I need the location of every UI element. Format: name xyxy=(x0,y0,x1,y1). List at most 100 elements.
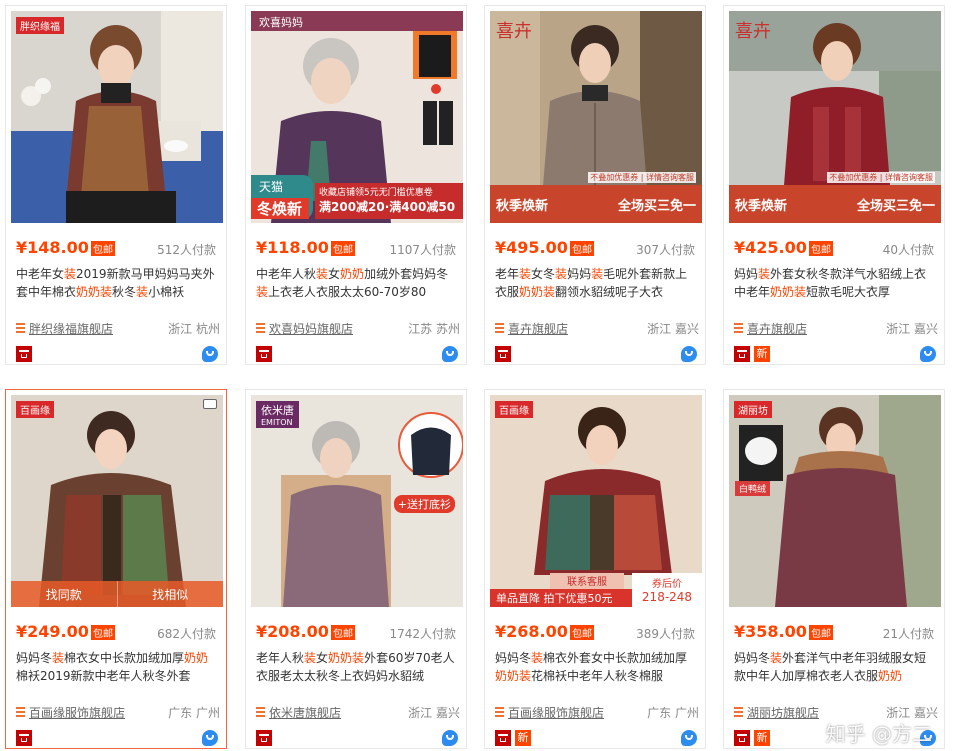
brand-logo: 喜卉 xyxy=(496,21,532,42)
shop-link[interactable]: 喜卉旗舰店 xyxy=(508,320,568,337)
product-image[interactable]: 欢喜妈妈 天猫 冬焕新 收藏店铺领5元无门槛优惠卷 满200减20·满400减5… xyxy=(251,11,463,223)
product-card[interactable]: 湖丽坊 白鸭绒 ¥358.00 包邮 21人付款 妈妈冬装外套洋气中老年羽绒服女… xyxy=(723,389,945,749)
shop-link[interactable]: 胖织缘福旗舰店 xyxy=(29,320,113,337)
hover-action-bar: 找同款 找相似 xyxy=(11,581,223,607)
product-image[interactable]: 湖丽坊 白鸭绒 xyxy=(729,395,941,607)
title-text: 棉衣外套女中长款加绒加厚 xyxy=(543,651,688,665)
wangwang-icon[interactable] xyxy=(920,346,936,362)
shop-list-icon xyxy=(495,707,504,717)
product-title[interactable]: 妈妈冬装外套洋气中老年羽绒服女短款中年人加厚棉衣老人衣服奶奶 xyxy=(734,649,938,685)
brand-tag: 湖丽坊 xyxy=(734,401,772,418)
product-image[interactable]: 胖织缘福 xyxy=(11,11,223,223)
sales-count: 21人付款 xyxy=(882,627,934,641)
title-keyword: 装 xyxy=(304,651,317,665)
shop-link[interactable]: 依米唐旗舰店 xyxy=(269,704,341,721)
product-photo xyxy=(729,395,941,607)
product-card[interactable]: 喜卉 不叠加优惠券 | 详情咨询客服 秋季焕新 全场买三免一 ¥425.00 包… xyxy=(723,5,945,365)
wangwang-icon[interactable] xyxy=(681,346,697,362)
product-image[interactable]: 依米唐 EMITON +送打底衫 xyxy=(251,395,463,607)
free-shipping-badge: 包邮 xyxy=(91,625,115,640)
image-top-banner: 欢喜妈妈 xyxy=(251,11,463,31)
new-icon: 新 xyxy=(515,730,531,746)
product-title[interactable]: 妈妈装外套女秋冬款洋气水貂绒上衣中老年奶奶装短款毛呢大衣厚 xyxy=(734,265,938,301)
icon-row xyxy=(16,346,220,362)
title-text: 上衣老人衣服太太60-70岁80 xyxy=(268,285,427,299)
find-same-button[interactable]: 找同款 xyxy=(11,581,118,607)
title-keyword: 奶奶 xyxy=(878,669,903,683)
shop-link[interactable]: 喜卉旗舰店 xyxy=(747,320,807,337)
shop-list-icon xyxy=(734,707,743,717)
wangwang-icon[interactable] xyxy=(442,346,458,362)
coupon-price-label: 券后价 xyxy=(652,579,682,590)
price: ¥425.00 xyxy=(734,238,807,257)
price: ¥249.00 xyxy=(16,622,89,641)
price: ¥118.00 xyxy=(256,238,329,257)
shop-link[interactable]: 百画缘服饰旗舰店 xyxy=(508,704,604,721)
sales-count: 389人付款 xyxy=(636,627,695,641)
title-keyword: 装 xyxy=(136,285,149,299)
shop-link[interactable]: 百画缘服饰旗舰店 xyxy=(29,704,125,721)
shop-row: 喜卉旗舰店 浙江 嘉兴 xyxy=(495,320,699,336)
title-keyword: 装 xyxy=(52,651,65,665)
product-title[interactable]: 中老年人秋装女奶奶加绒外套妈妈冬装上衣老人衣服太太60-70岁80 xyxy=(256,265,460,301)
title-text: 花棉袄中老年人秋冬棉服 xyxy=(531,669,664,683)
product-card[interactable]: 依米唐 EMITON +送打底衫 ¥208.00 包邮 1742人付款 老年人秋… xyxy=(245,389,467,749)
title-text: 妈妈冬 xyxy=(16,651,53,665)
product-title[interactable]: 老年人秋装女奶奶装外套60岁70老人衣服老太太秋冬上衣妈妈水貂绒 xyxy=(256,649,460,685)
product-card[interactable]: 欢喜妈妈 天猫 冬焕新 收藏店铺领5元无门槛优惠卷 满200减20·满400减5… xyxy=(245,5,467,365)
price-row: ¥208.00 包邮 1742人付款 xyxy=(256,622,456,642)
free-shipping-badge: 包邮 xyxy=(809,241,833,256)
price: ¥495.00 xyxy=(495,238,568,257)
title-keyword: 奶奶装 xyxy=(495,669,532,683)
product-card[interactable]: 百画缘 联系客服 单品直降 拍下优惠50元 券后价 218-248 ¥268.0… xyxy=(484,389,706,749)
promo-banner: 联系客服 单品直降 拍下优惠50元 券后价 218-248 xyxy=(490,573,702,607)
image-corner-tag: 胖织缘福 xyxy=(16,17,64,34)
tmall-icon[interactable] xyxy=(495,730,511,746)
title-keyword: 装 xyxy=(770,651,783,665)
shop-row: 欢喜妈妈旗舰店 江苏 苏州 xyxy=(256,320,460,336)
shop-link[interactable]: 欢喜妈妈旗舰店 xyxy=(269,320,353,337)
title-text: 棉衣女中长款加绒加厚 xyxy=(64,651,185,665)
wangwang-icon[interactable] xyxy=(202,346,218,362)
icon-row xyxy=(256,730,460,746)
tmall-icon[interactable] xyxy=(734,730,750,746)
product-image[interactable]: 百画缘 找同款 找相似 xyxy=(11,395,223,607)
product-image[interactable]: 喜卉 不叠加优惠券 | 详情咨询客服 秋季焕新 全场买三免一 xyxy=(490,11,702,223)
tmall-promo-badge: 天猫 冬焕新 xyxy=(251,175,313,219)
contact-service-label: 联系客服 xyxy=(550,573,624,589)
wangwang-icon[interactable] xyxy=(202,730,218,746)
tmall-icon[interactable] xyxy=(734,346,750,362)
shop-link[interactable]: 湖丽坊旗舰店 xyxy=(747,704,819,721)
zoom-icon[interactable] xyxy=(203,399,217,409)
icon-row xyxy=(256,346,460,362)
title-keyword: 奶奶装 xyxy=(519,285,556,299)
tmall-icon[interactable] xyxy=(495,346,511,362)
product-image[interactable]: 百画缘 联系客服 单品直降 拍下优惠50元 券后价 218-248 xyxy=(490,395,702,607)
title-text: 棉袄2019新款中老年人秋冬外套 xyxy=(16,669,191,683)
title-text: 老年人秋 xyxy=(256,651,305,665)
tmall-icon[interactable] xyxy=(16,730,32,746)
product-title[interactable]: 老年装女冬装妈妈装毛呢外套新款上衣服奶奶装翻领水貂绒呢子大衣 xyxy=(495,265,699,301)
sales-count: 1107人付款 xyxy=(389,243,456,257)
brand-tag: 百画缘 xyxy=(495,401,533,418)
promo-right: 全场买三免一 xyxy=(617,198,696,214)
title-keyword: 装 xyxy=(64,267,77,281)
tmall-icon[interactable] xyxy=(16,346,32,362)
brand-tag: 依米唐 EMITON xyxy=(256,401,299,428)
product-card[interactable]: 胖织缘福 ¥148.00 包邮 512人付款 中老年女装2019新款马甲妈妈马夹… xyxy=(5,5,227,365)
tmall-badge-line2: 冬焕新 xyxy=(251,198,309,219)
free-shipping-badge: 包邮 xyxy=(570,625,594,640)
tmall-icon[interactable] xyxy=(256,346,272,362)
product-title[interactable]: 中老年女装2019新款马甲妈妈马夹外套中年棉衣奶奶装秋冬装小棉袄 xyxy=(16,265,220,301)
product-title[interactable]: 妈妈冬装棉衣女中长款加绒加厚奶奶棉袄2019新款中老年人秋冬外套 xyxy=(16,649,220,685)
tmall-icon[interactable] xyxy=(256,730,272,746)
product-image[interactable]: 喜卉 不叠加优惠券 | 详情咨询客服 秋季焕新 全场买三免一 xyxy=(729,11,941,223)
product-card[interactable]: 百画缘 找同款 找相似 ¥249.00 包邮 682人付款 妈妈冬装棉衣女中长款… xyxy=(5,389,227,749)
product-title[interactable]: 妈妈冬装棉衣外套女中长款加绒加厚奶奶装花棉袄中老年人秋冬棉服 xyxy=(495,649,699,685)
wangwang-icon[interactable] xyxy=(681,730,697,746)
find-similar-button[interactable]: 找相似 xyxy=(117,581,223,607)
sales-count: 307人付款 xyxy=(636,243,695,257)
title-text: 妈妈冬 xyxy=(734,651,771,665)
product-card[interactable]: 喜卉 不叠加优惠券 | 详情咨询客服 秋季焕新 全场买三免一 ¥495.00 包… xyxy=(484,5,706,365)
wangwang-icon[interactable] xyxy=(442,730,458,746)
